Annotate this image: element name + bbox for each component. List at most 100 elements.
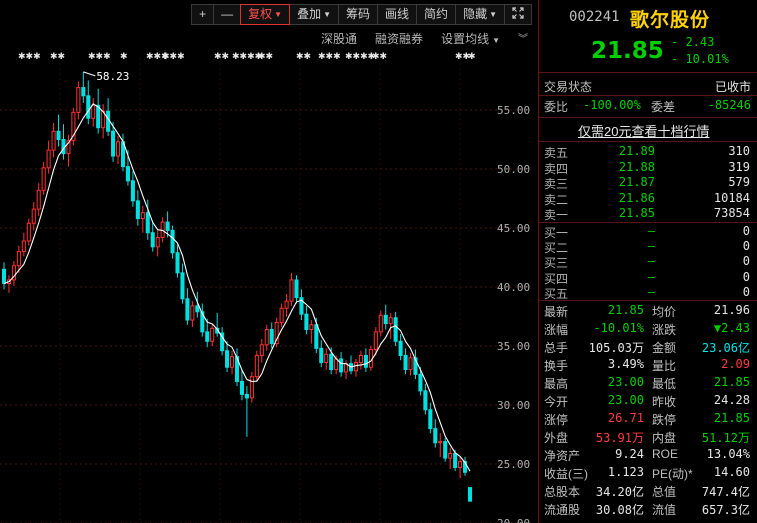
ten-level-quote-link[interactable]: 仅需20元查看十档行情 — [578, 121, 709, 140]
candle — [467, 487, 473, 502]
bid-volume: 0 — [742, 239, 750, 254]
chart-panel: 55.00 50.00 45.00 40.00 35.00 30.00 25.00 20.00… — [0, 0, 538, 523]
stat-label: 涨幅 — [544, 323, 569, 337]
candle-body — [458, 461, 463, 469]
candle-body — [368, 349, 373, 368]
event-marker[interactable]: ✱✱✱ — [162, 52, 185, 62]
stat-label: 流值 — [652, 503, 677, 517]
stat-label: 收益(三) — [544, 467, 588, 481]
candle — [339, 351, 344, 377]
stat-label: 最低 — [652, 377, 677, 391]
candle-body — [378, 314, 383, 333]
candle — [26, 218, 31, 246]
stat-label: 今开 — [544, 395, 569, 409]
candlestick-chart[interactable]: 55.00 50.00 45.00 40.00 35.00 30.00 25.00 20.00… — [0, 0, 538, 523]
event-marker[interactable]: ✱✱ — [50, 52, 65, 62]
candle — [388, 312, 393, 339]
stat-value: 24.28 — [713, 393, 750, 407]
caret-down-icon: ▼ — [323, 10, 332, 19]
candle — [190, 301, 195, 328]
stat-value: 13.04% — [706, 447, 750, 461]
candle — [150, 220, 155, 252]
candle — [200, 303, 205, 337]
event-marker[interactable]: ✱✱✱✱ — [345, 52, 375, 62]
hide-button[interactable]: 隐藏 ▼ — [455, 4, 505, 25]
candle — [443, 438, 448, 462]
zoom-in-button[interactable]: + — [191, 4, 215, 25]
event-marker[interactable]: ✱✱ — [372, 52, 387, 62]
candle — [269, 322, 274, 349]
candle-body — [324, 353, 329, 364]
candle — [244, 386, 249, 437]
candle-body — [16, 251, 21, 267]
stat-value: ▼2.43 — [713, 321, 750, 335]
stat-label: 内盘 — [652, 431, 677, 445]
candle-body — [443, 441, 448, 459]
bid-row: 买五 —0 — [544, 285, 754, 301]
candle-body — [115, 141, 121, 157]
shgt-link[interactable]: 深股通 — [321, 30, 357, 48]
candle — [130, 171, 135, 207]
simple-mode-button[interactable]: 简约 — [416, 4, 457, 25]
stat-label: 量比 — [652, 359, 677, 373]
quote-panel: 002241 歌尔股份 21.85 - 2.43 - 10.01% 交易状态 已… — [539, 0, 757, 523]
margin-trading-link[interactable]: 融资融券 — [375, 30, 423, 48]
candle-body — [467, 487, 473, 502]
candle-body — [249, 376, 254, 399]
candle — [220, 327, 225, 356]
candle-body — [1, 268, 7, 284]
weicha-label: 委差 — [651, 100, 676, 114]
stat-value: 2.09 — [721, 357, 750, 371]
overlay-button[interactable]: 叠加 ▼ — [289, 4, 340, 25]
fuquan-button[interactable]: 复权 ▼ — [240, 4, 291, 25]
stat-value: 26.71 — [607, 411, 644, 425]
trading-status-label: 交易状态 — [544, 80, 593, 94]
event-marker[interactable]: ✱✱✱ — [88, 52, 111, 62]
ask-volume: 73854 — [713, 206, 750, 221]
y-tick-label: 35.00 — [497, 340, 530, 353]
chip-button[interactable]: 筹码 — [338, 4, 379, 25]
candle-body — [155, 236, 160, 248]
candle — [428, 402, 433, 434]
ask-price: 21.87 — [618, 175, 655, 190]
stat-value: 53.91万 — [595, 431, 644, 445]
event-marker[interactable]: ✱✱✱ — [18, 52, 41, 62]
candle-body — [428, 409, 433, 430]
zoom-out-button[interactable]: — — [213, 4, 242, 25]
stat-row: 最新 21.85 均价 21.96 — [544, 303, 754, 321]
event-marker[interactable]: ✱✱ — [214, 52, 229, 62]
event-marker[interactable]: ✱✱ — [258, 52, 273, 62]
stat-value: 21.85 — [607, 303, 644, 317]
ma-settings-button[interactable]: 设置均线 ▼ — [441, 30, 500, 48]
candle — [81, 71, 86, 103]
fullscreen-button[interactable] — [504, 4, 532, 25]
event-marker[interactable]: ✱✱ — [296, 52, 311, 62]
candle-body — [423, 390, 428, 411]
event-markers: ✱✱✱ ✱✱ ✱✱✱ ✱ ✱✱✱✱✱✱ ✱✱ ✱✱✱✱✱✱ ✱✱ ✱✱✱ ✱✱✱✱✱✱ ✱✱✱ — [18, 52, 476, 62]
candle — [155, 230, 160, 257]
stat-value: 21.96 — [713, 303, 750, 317]
candle — [433, 419, 438, 448]
candle-body — [190, 305, 195, 321]
candle-body — [150, 232, 155, 248]
ask-price: 21.85 — [618, 206, 655, 221]
stat-value: 14.60 — [713, 465, 750, 479]
stat-value: 9.24 — [615, 447, 644, 461]
candle — [31, 202, 36, 231]
draw-line-button[interactable]: 画线 — [377, 4, 418, 25]
event-marker[interactable]: ✱✱✱ — [318, 52, 341, 62]
event-marker[interactable]: ✱ — [120, 52, 128, 62]
fuquan-label: 复权 — [248, 7, 273, 21]
candle — [458, 456, 463, 479]
weicha-value: -85246 — [707, 98, 751, 112]
bid-row: 买三 —0 — [544, 254, 754, 270]
candle — [284, 294, 289, 317]
stat-value: 51.12万 — [701, 431, 750, 445]
bid-price: — — [647, 254, 655, 269]
event-marker[interactable]: ✱ — [468, 52, 476, 62]
stat-row: 净资产 9.24 ROE 13.04% — [544, 447, 754, 465]
candle — [6, 275, 11, 293]
chevron-down-icon[interactable]: ︾ — [518, 30, 528, 48]
stat-label: 最新 — [544, 305, 569, 319]
candle-body — [309, 324, 314, 330]
